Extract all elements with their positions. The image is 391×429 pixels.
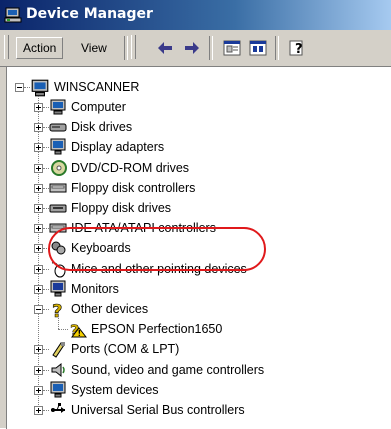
expand-toggle[interactable]	[34, 204, 43, 213]
tree-item-label: Monitors	[71, 281, 119, 296]
help-icon[interactable]: ?	[287, 38, 307, 58]
device-tree[interactable]: WINSCANNER Computer Disk drives Display ad…	[6, 66, 391, 429]
tree-item-label: Computer	[71, 100, 126, 114]
expand-toggle[interactable]	[34, 224, 43, 234]
warning-device-icon: ?!	[70, 321, 87, 338]
floppy-drive-icon	[49, 204, 67, 213]
scan-icon[interactable]	[248, 38, 268, 58]
unknown-device-icon: ?	[52, 301, 63, 318]
cdrom-icon	[51, 159, 67, 176]
expand-toggle[interactable]	[34, 385, 43, 395]
tree-item-label: Disk drives	[71, 120, 133, 135]
toolbar-separator	[124, 36, 128, 60]
toolbar: Action View ?	[0, 30, 391, 67]
tree-item-label: Universal Serial Bus controllers	[71, 403, 245, 417]
svg-text:?: ?	[52, 301, 62, 318]
expand-toggle[interactable]	[34, 123, 43, 133]
tree-line	[58, 329, 68, 331]
tree-item-label: Ports (COM & LPT)	[71, 342, 180, 357]
computer-root-icon	[31, 79, 49, 97]
action-menu-button[interactable]: Action	[16, 37, 64, 59]
device-manager-icon	[4, 7, 22, 23]
computer-icon	[50, 99, 66, 115]
tree-item-label: Display adapters	[71, 140, 165, 155]
view-menu-label: View	[81, 41, 107, 55]
toolbar-grip-2[interactable]	[131, 35, 136, 59]
svg-text:!: !	[78, 329, 82, 338]
floppy-controller-icon	[49, 183, 67, 193]
back-arrow-icon[interactable]	[155, 38, 175, 58]
expand-toggle[interactable]	[34, 103, 43, 112]
forward-arrow-icon[interactable]	[182, 38, 202, 58]
port-icon	[52, 342, 65, 359]
tree-item-label: System devices	[71, 382, 159, 397]
tree-line	[58, 318, 59, 330]
tree-root-label: WINSCANNER	[54, 80, 140, 94]
monitor-icon	[50, 280, 66, 297]
expand-toggle[interactable]	[34, 305, 43, 314]
tree-item-label: Floppy disk controllers	[71, 180, 196, 195]
root-collapse-toggle[interactable]	[15, 83, 24, 92]
tree-item-label: Other devices	[71, 302, 149, 316]
title-bar[interactable]: Device Manager	[0, 0, 391, 30]
expand-toggle[interactable]	[34, 406, 43, 415]
window-title: Device Manager	[26, 6, 153, 22]
action-menu-label: Action	[23, 41, 57, 55]
usb-icon	[51, 403, 65, 413]
tree-child-label: EPSON Perfection1650	[91, 322, 223, 337]
toolbar-separator	[275, 36, 279, 60]
expand-toggle[interactable]	[34, 183, 43, 193]
expand-toggle[interactable]	[34, 143, 43, 153]
expand-toggle[interactable]	[34, 163, 43, 173]
sound-icon	[51, 362, 65, 377]
expand-toggle[interactable]	[34, 284, 43, 294]
display-adapter-icon	[50, 138, 66, 155]
disk-drive-icon	[49, 123, 67, 132]
toolbar-grip[interactable]	[4, 35, 9, 59]
expand-toggle[interactable]	[34, 264, 43, 274]
tree-item-label: DVD/CD-ROM drives	[71, 160, 190, 175]
properties-icon[interactable]	[222, 38, 242, 58]
system-device-icon	[50, 381, 66, 398]
tree-item-label: Floppy disk drives	[71, 201, 172, 215]
svg-text:?: ?	[295, 42, 303, 57]
toolbar-separator	[209, 36, 213, 60]
device-manager-window: Device Manager Action View ? WINSCANNER …	[0, 0, 391, 429]
expand-toggle[interactable]	[34, 345, 43, 355]
expand-toggle[interactable]	[34, 244, 43, 254]
tree-item-label: Sound, video and game controllers	[71, 362, 265, 377]
expand-toggle[interactable]	[34, 365, 43, 375]
view-menu-button[interactable]: View	[74, 37, 114, 59]
other-devices-highlight-ring	[48, 227, 266, 271]
